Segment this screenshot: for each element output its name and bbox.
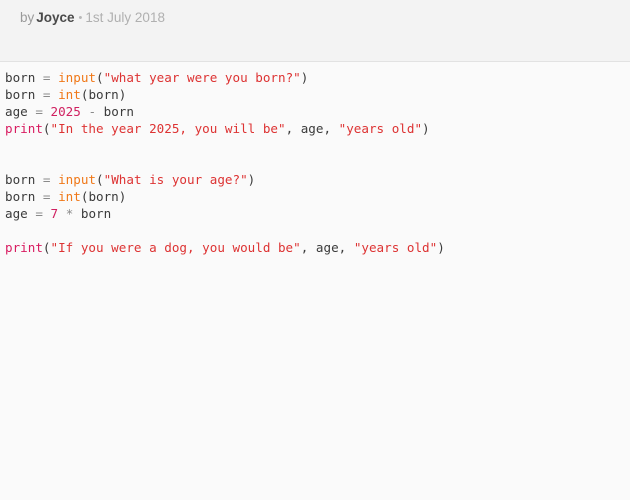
code-token-op: = [42,172,59,187]
code-line: born = input("what year were you born?") [5,69,630,86]
code-line: print("In the year 2025, you will be", a… [5,120,630,137]
code-token-builtin: input [58,172,97,187]
code-token-builtin: int [58,189,81,204]
code-token-plain: born [103,104,134,119]
code-token-plain: , age, [285,121,339,136]
code-token-plain: born [5,189,43,204]
code-token-punct: ) [422,121,430,136]
code-token-string: "years old" [353,240,438,255]
code-token-number: 2025 [50,104,81,119]
code-line: age = 7 * born [5,205,630,222]
code-token-punct: ( [42,240,51,255]
code-token-plain: born [73,206,112,221]
code-line: born = input("What is your age?") [5,171,630,188]
byline: by Joyce • 1st July 2018 [20,10,630,26]
code-token-punct: ( [96,70,104,85]
code-token-punct: ) [437,240,445,255]
article-byline-bar: by Joyce • 1st July 2018 [0,0,630,62]
code-token-plain: age [5,104,36,119]
code-token-builtin: int [58,87,81,102]
code-token-punct: ( [42,121,51,136]
code-block[interactable]: born = input("what year were you born?")… [5,69,630,256]
code-token-number: 7 [50,206,59,221]
code-token-punct: ) [118,87,127,102]
code-line: born = int(born) [5,86,630,103]
code-token-plain: born [5,87,43,102]
code-token-string: "what year were you born?" [103,70,301,85]
code-token-string: "years old" [338,121,423,136]
code-token-punct: ( [96,172,104,187]
code-token-punct: ) [300,70,309,85]
code-token-op: = [42,189,59,204]
code-token-op: = [42,70,59,85]
code-token-punct: ) [247,172,256,187]
code-token-plain: born [5,172,43,187]
code-token-plain: born [5,70,43,85]
code-token-string: "What is your age?" [103,172,248,187]
code-token-plain: born [88,189,119,204]
code-token-op: = [35,206,51,221]
code-token-string: "In the year 2025, you will be" [50,121,286,136]
byline-separator-icon: • [78,12,83,25]
code-region: born = input("what year were you born?")… [0,62,630,256]
code-token-plain: , age, [300,240,354,255]
byline-by-label: by [20,10,35,25]
code-token-func: print [5,121,43,136]
code-token-op: - [80,104,104,119]
code-token-builtin: input [58,70,97,85]
code-token-func: print [5,240,43,255]
code-line: age = 2025 - born [5,103,630,120]
byline-author-link[interactable]: Joyce [36,10,74,25]
code-line: print("If you were a dog, you would be",… [5,239,630,256]
code-token-punct: ) [118,189,127,204]
code-token-string: "If you were a dog, you would be" [50,240,301,255]
code-token-op: = [42,87,59,102]
code-token-plain: age [5,206,36,221]
code-token-op: = [35,104,51,119]
byline-date: 1st July 2018 [85,10,165,25]
code-line: born = int(born) [5,188,630,205]
code-token-plain: born [88,87,119,102]
